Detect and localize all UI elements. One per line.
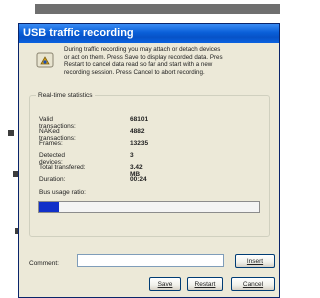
dialog-titlebar[interactable]: USB traffic recording	[19, 24, 279, 43]
stat-label: Frames:	[39, 140, 63, 147]
comment-input[interactable]	[77, 254, 224, 267]
stat-value: 3	[130, 152, 134, 159]
bus-usage-progress-fill	[39, 202, 59, 212]
insert-button[interactable]: Insert	[235, 254, 275, 268]
dialog-title: USB traffic recording	[23, 27, 134, 39]
cancel-button[interactable]: Cancel	[231, 277, 275, 291]
stat-value: 00:24	[130, 176, 147, 183]
usb-recording-dialog: USB traffic recording During traffic rec…	[18, 23, 280, 298]
stat-row-frames: Frames: 13235	[39, 140, 148, 147]
bus-usage-label: Bus usage ratio:	[39, 189, 86, 196]
restart-button[interactable]: Restart	[187, 277, 223, 291]
stat-label: Duration:	[39, 176, 66, 183]
realtime-statistics-group: Real-time statistics Valid transactions:…	[29, 92, 270, 237]
info-panel: During traffic recording you may attach …	[33, 46, 277, 80]
save-button[interactable]: Save	[149, 277, 181, 291]
background-strip	[35, 4, 280, 14]
stat-label: Total transfered:	[39, 164, 86, 171]
statistics-legend: Real-time statistics	[38, 92, 93, 99]
stat-value: 4882	[130, 128, 145, 135]
recording-info-icon	[36, 51, 54, 69]
comment-label: Comment:	[29, 260, 59, 267]
info-text: During traffic recording you may attach …	[64, 46, 223, 76]
stat-value: 13235	[130, 140, 149, 147]
stat-value: 68101	[130, 116, 149, 123]
background-mark	[8, 130, 14, 136]
stat-row-duration: Duration: 00:24	[39, 176, 147, 183]
stat-row-total-transfered: Total transfered: 3.42 MB	[39, 164, 143, 178]
bus-usage-progress-bar	[38, 201, 260, 213]
